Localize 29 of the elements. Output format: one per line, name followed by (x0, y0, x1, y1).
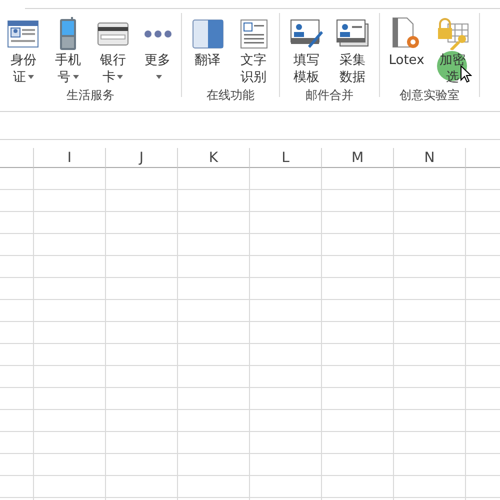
column-header[interactable]: J (105, 148, 177, 168)
group-title: 生活服务 (66, 87, 116, 104)
more-icon (142, 29, 173, 39)
lock-key-icon (436, 18, 470, 50)
ribbon-button[interactable]: 更多 (138, 13, 177, 86)
column-header[interactable]: I (33, 148, 105, 168)
phone-icon (58, 17, 78, 51)
ribbon-button[interactable]: 身份证 (4, 13, 43, 86)
cursor-icon (460, 65, 472, 83)
ribbon-button[interactable]: 文字识别 (234, 13, 274, 86)
column-header[interactable]: L (249, 148, 321, 168)
group-title: 邮件合并 (304, 87, 354, 104)
ribbon-button[interactable]: 手机号 (48, 13, 88, 86)
template-pen-icon (290, 18, 324, 50)
text-document-icon (240, 19, 268, 49)
column-header[interactable]: M (321, 148, 393, 168)
group-title: 在线功能 (206, 87, 256, 104)
group-title: 创意实验室 (398, 87, 460, 104)
ribbon-button[interactable]: 翻译 (188, 13, 228, 86)
ribbon-button[interactable]: 银行卡 (94, 13, 132, 86)
bank-card-icon (96, 22, 129, 46)
column-header[interactable]: K (177, 148, 249, 168)
id-card-icon (7, 20, 40, 48)
column-header[interactable] (465, 148, 500, 168)
translate-icon (192, 19, 224, 49)
ribbon-button[interactable]: 填写模板 (286, 13, 326, 86)
column-header[interactable]: N (393, 148, 465, 168)
ribbon-button[interactable]: Lotex (386, 13, 426, 86)
ribbon-button[interactable]: 采集数据 (332, 13, 372, 86)
